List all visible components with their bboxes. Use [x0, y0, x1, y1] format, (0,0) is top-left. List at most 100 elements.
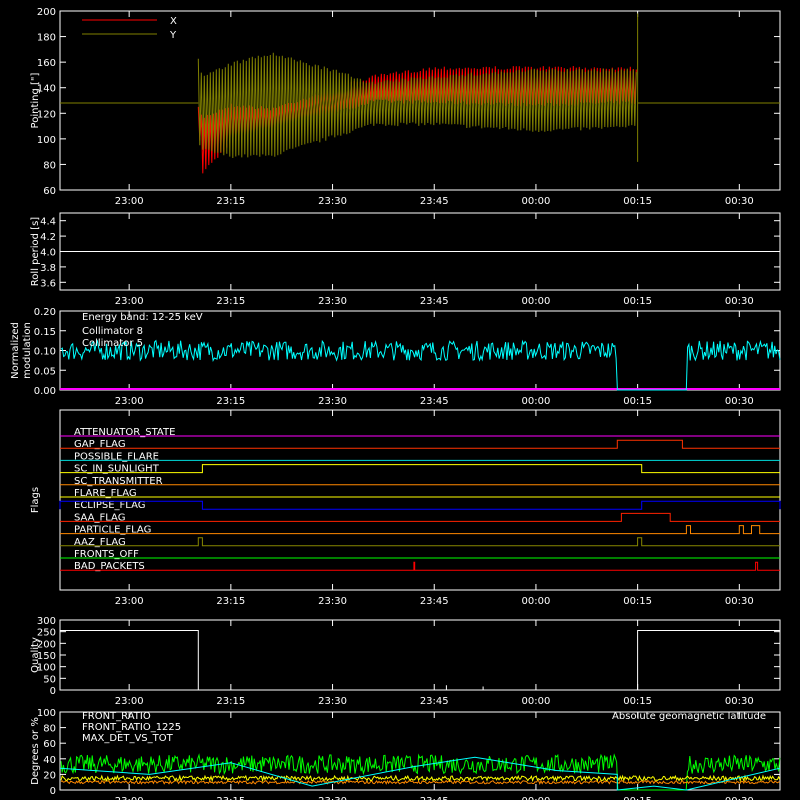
y-tick-label: 4.0: [40, 248, 56, 259]
front-ratio-line: [60, 774, 781, 783]
legend-label: FRONT_RATIO: [82, 711, 151, 722]
x-tick-label: 23:00: [115, 696, 144, 707]
x-tick-label: 23:00: [115, 596, 144, 607]
y-tick-label: 4.2: [40, 232, 56, 243]
x-tick-label: 23:15: [216, 596, 245, 607]
y-tick-label: 40: [43, 755, 56, 766]
x-tick-label: 23:30: [318, 296, 347, 307]
y-axis-label: Normalized: [10, 322, 21, 379]
y-tick-label: 3.8: [40, 263, 56, 274]
x-tick-label: 00:30: [725, 696, 754, 707]
legend-label: Y: [169, 30, 177, 41]
x-tick-label: 23:30: [318, 196, 347, 207]
y-axis-label: Degrees or %: [30, 717, 41, 785]
y-tick-label: 0.00: [34, 386, 56, 397]
flag-label: ECLIPSE_FLAG: [74, 500, 145, 511]
y-tick-label: 160: [37, 58, 56, 69]
y-tick-label: 300: [37, 616, 56, 627]
x-tick-label: 23:45: [420, 296, 449, 307]
x-tick-label: 00:00: [522, 196, 551, 207]
legend-label: X: [170, 16, 177, 27]
y-tick-label: 80: [43, 160, 56, 171]
y-tick-label: 60: [43, 186, 56, 197]
x-tick-label: 00:00: [522, 696, 551, 707]
y-axis-label: Flags: [30, 487, 41, 513]
x-tick-label: 23:15: [216, 696, 245, 707]
x-tick-label: 23:45: [420, 696, 449, 707]
x-tick-label: 23:15: [216, 396, 245, 407]
y-tick-label: 100: [37, 135, 56, 146]
y-tick-label: 250: [37, 628, 56, 639]
flag-line: [60, 525, 780, 535]
x-tick-label: 00:15: [623, 296, 652, 307]
max-det-vs-tot-line: [60, 779, 780, 786]
y-tick-label: 0.20: [34, 307, 56, 318]
x-tick-label: 23:15: [216, 296, 245, 307]
y-tick-label: 120: [37, 109, 56, 120]
flag-line: [60, 439, 780, 449]
x-tick-label: 00:15: [623, 696, 652, 707]
legend-label: Collimator 5: [82, 338, 143, 349]
front-ratio-1225-line: [60, 753, 781, 791]
x-tick-label: 00:00: [522, 296, 551, 307]
quality-line: [60, 630, 780, 691]
flag-line: [60, 537, 780, 547]
x-tick-label: 23:30: [318, 696, 347, 707]
flag-line: [60, 512, 780, 522]
y-tick-label: 0: [50, 686, 56, 697]
energy-band-label: Energy band: 12-25 keV: [82, 312, 203, 323]
y-tick-label: 0.05: [34, 366, 56, 377]
x-tick-label: 00:00: [522, 796, 551, 800]
x-tick-label: 23:15: [216, 196, 245, 207]
x-tick-label: 23:30: [318, 396, 347, 407]
flag-line: [60, 561, 780, 571]
x-tick-label: 23:45: [420, 196, 449, 207]
y-tick-label: 0: [50, 786, 56, 797]
y-tick-label: 80: [43, 724, 56, 735]
legend-label: MAX_DET_VS_TOT: [82, 733, 174, 744]
x-tick-label: 23:45: [420, 396, 449, 407]
x-tick-label: 00:30: [725, 196, 754, 207]
x-tick-label: 00:30: [725, 796, 754, 800]
x-tick-label: 00:30: [725, 296, 754, 307]
x-tick-label: 00:15: [623, 396, 652, 407]
x-tick-label: 23:45: [420, 796, 449, 800]
x-tick-label: 23:00: [115, 196, 144, 207]
x-tick-label: 23:45: [420, 596, 449, 607]
y-axis-label: modulation: [22, 322, 33, 379]
y-tick-label: 4.4: [40, 217, 56, 228]
x-tick-label: 00:15: [623, 196, 652, 207]
x-tick-label: 23:00: [115, 796, 144, 800]
flag-line: [60, 464, 780, 474]
y-tick-label: 0.15: [34, 327, 56, 338]
geomagnetic-latitude-label: Absolute geomagnetic latitude: [612, 711, 766, 722]
y-tick-label: 200: [37, 639, 56, 650]
y-tick-label: 140: [37, 84, 56, 95]
x-tick-label: 00:30: [725, 596, 754, 607]
collimator-8-line: [60, 339, 781, 391]
x-tick-label: 00:00: [522, 596, 551, 607]
y-tick-label: 50: [43, 674, 56, 685]
x-tick-label: 00:15: [623, 596, 652, 607]
x-tick-label: 23:00: [115, 296, 144, 307]
y-tick-label: 20: [43, 770, 56, 781]
y-tick-label: 100: [37, 708, 56, 719]
y-tick-label: 0.10: [34, 347, 56, 358]
x-tick-label: 23:30: [318, 796, 347, 800]
x-tick-label: 23:00: [115, 396, 144, 407]
legend-label: Collimator 8: [82, 326, 143, 337]
x-tick-label: 00:00: [522, 396, 551, 407]
x-tick-label: 00:30: [725, 396, 754, 407]
x-tick-label: 00:15: [623, 796, 652, 800]
y-tick-label: 60: [43, 739, 56, 750]
y-tick-label: 100: [37, 663, 56, 674]
x-tick-label: 23:15: [216, 796, 245, 800]
y-tick-label: 150: [37, 651, 56, 662]
y-tick-label: 200: [37, 7, 56, 18]
flag-line: [59, 500, 781, 510]
legend-label: FRONT_RATIO_1225: [82, 722, 181, 733]
chart-canvas: 23:00 23:15 23:30 23:45 00:00 00:15 00:30Point…: [10, 7, 781, 800]
x-tick-label: 23:30: [318, 596, 347, 607]
y-tick-label: 180: [37, 33, 56, 44]
y-tick-label: 3.6: [40, 278, 56, 289]
